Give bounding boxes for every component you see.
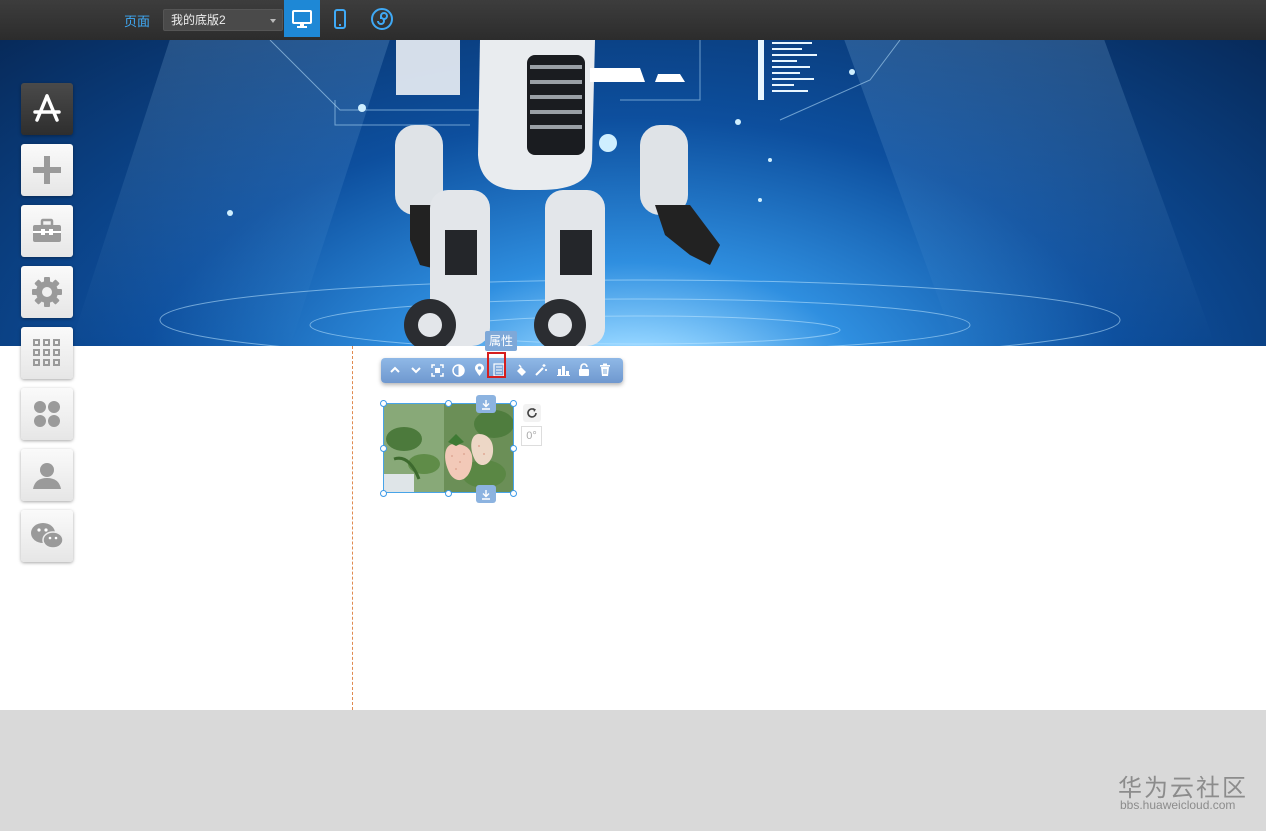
plus-icon bbox=[33, 156, 61, 184]
watermark-url: bbs.huaweicloud.com bbox=[1120, 798, 1236, 812]
trash-icon[interactable] bbox=[597, 362, 613, 378]
toolbox-icon bbox=[33, 218, 61, 242]
resize-handle-top[interactable] bbox=[445, 400, 452, 407]
grid-apps-icon bbox=[33, 339, 60, 366]
editor-canvas[interactable] bbox=[0, 346, 1266, 710]
move-up-icon[interactable] bbox=[387, 362, 403, 378]
phone-icon bbox=[334, 8, 346, 29]
clover-icon bbox=[34, 401, 60, 427]
resize-handle-top-right[interactable] bbox=[510, 400, 517, 407]
resize-handle-bottom-right[interactable] bbox=[510, 490, 517, 497]
hero-banner bbox=[0, 40, 1266, 346]
sidebar-item-modules[interactable] bbox=[21, 388, 73, 440]
magic-wand-icon[interactable] bbox=[533, 362, 549, 378]
sidebar-item-toolbox[interactable] bbox=[21, 205, 73, 257]
rotate-button[interactable] bbox=[523, 404, 541, 422]
monitor-icon bbox=[292, 9, 312, 28]
rotation-input[interactable]: 0° bbox=[521, 426, 542, 446]
crop-icon[interactable] bbox=[429, 362, 445, 378]
mobile-view-button[interactable] bbox=[322, 0, 358, 37]
move-down-icon[interactable] bbox=[408, 362, 424, 378]
desktop-view-button[interactable] bbox=[284, 0, 320, 37]
resize-handle-left[interactable] bbox=[380, 445, 387, 452]
resize-handle-top-left[interactable] bbox=[380, 400, 387, 407]
page-select[interactable]: 我的底版2 bbox=[163, 9, 283, 31]
sidebar-item-user[interactable] bbox=[21, 449, 73, 501]
layout-guide-line bbox=[352, 346, 353, 710]
selected-image[interactable] bbox=[383, 403, 514, 493]
resize-handle-bottom-left[interactable] bbox=[380, 490, 387, 497]
mini-program-view-button[interactable] bbox=[364, 0, 400, 37]
resize-handle-bottom[interactable] bbox=[445, 490, 452, 497]
top-download-tab[interactable] bbox=[476, 395, 496, 413]
download-icon bbox=[482, 489, 490, 500]
sidebar-item-wechat[interactable] bbox=[21, 510, 73, 562]
sidebar-item-app-store[interactable] bbox=[21, 83, 73, 135]
download-icon bbox=[482, 399, 490, 410]
user-icon bbox=[33, 463, 61, 489]
sidebar-item-apps[interactable] bbox=[21, 327, 73, 379]
strawberry-photo bbox=[384, 404, 513, 492]
page-label: 页面 bbox=[124, 14, 151, 29]
properties-highlight-box bbox=[487, 352, 506, 378]
robot-illustration bbox=[159, 40, 1121, 346]
chart-bar-icon[interactable] bbox=[555, 362, 571, 378]
rotate-icon bbox=[527, 408, 537, 418]
sidebar-item-add[interactable] bbox=[21, 144, 73, 196]
top-bar: 页面 我的底版2 bbox=[0, 0, 1266, 41]
bottom-download-tab[interactable] bbox=[476, 485, 496, 503]
sidebar-item-settings[interactable] bbox=[21, 266, 73, 318]
chevron-down-icon bbox=[270, 19, 276, 23]
paint-bucket-icon[interactable] bbox=[513, 362, 529, 378]
resize-handle-right[interactable] bbox=[510, 445, 517, 452]
mini-program-icon bbox=[371, 7, 393, 30]
wechat-icon bbox=[31, 523, 64, 549]
location-pin-icon[interactable] bbox=[471, 362, 487, 378]
unlock-icon[interactable] bbox=[576, 362, 592, 378]
contrast-icon[interactable] bbox=[450, 362, 466, 378]
gear-icon bbox=[32, 277, 62, 307]
app-store-icon bbox=[33, 94, 61, 122]
page-select-value: 我的底版2 bbox=[171, 13, 226, 27]
properties-tooltip: 属性 bbox=[485, 331, 518, 351]
